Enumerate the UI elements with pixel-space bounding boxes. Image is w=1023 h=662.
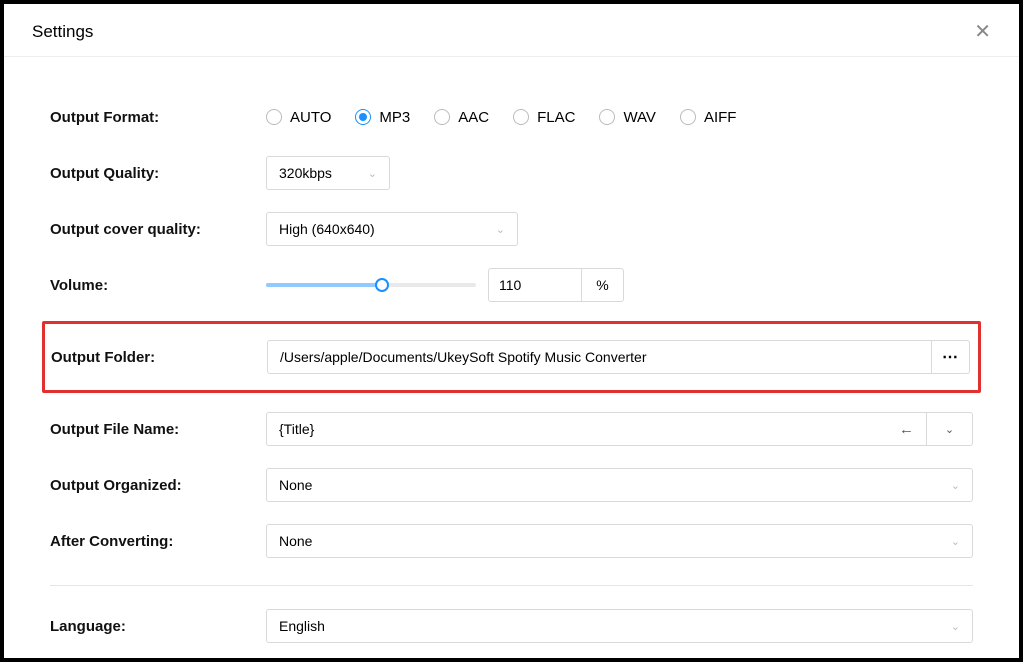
format-radio-flac[interactable]: FLAC (513, 109, 575, 126)
cover-quality-select[interactable]: High (640x640) ⌄ (266, 212, 518, 246)
radio-icon (355, 109, 371, 125)
chevron-down-icon: ⌄ (945, 423, 954, 436)
label-cover-quality: Output cover quality: (50, 221, 266, 238)
volume-slider[interactable] (266, 283, 476, 287)
label-output-organized: Output Organized: (50, 477, 266, 494)
ellipsis-icon: ⋯ (942, 347, 959, 367)
slider-handle[interactable] (375, 278, 389, 292)
chevron-down-icon: ⌄ (368, 167, 377, 180)
label-output-folder: Output Folder: (51, 349, 267, 366)
section-divider (50, 585, 973, 586)
chevron-down-icon: ⌄ (496, 223, 505, 236)
radio-label: MP3 (379, 109, 410, 126)
row-output-organized: Output Organized: None ⌄ (50, 457, 973, 513)
output-organized-select[interactable]: None ⌄ (266, 468, 973, 502)
label-output-quality: Output Quality: (50, 165, 266, 182)
radio-icon (434, 109, 450, 125)
output-folder-input[interactable]: /Users/apple/Documents/UkeySoft Spotify … (267, 340, 932, 374)
output-organized-value: None (279, 477, 312, 493)
filename-template-dropdown[interactable]: ⌄ (927, 412, 973, 446)
radio-label: FLAC (537, 109, 575, 126)
browse-folder-button[interactable]: ⋯ (932, 340, 970, 374)
row-output-folder: Output Folder: /Users/apple/Documents/Uk… (51, 340, 970, 374)
chevron-down-icon: ⌄ (951, 479, 960, 492)
volume-input[interactable]: 110 (488, 268, 582, 302)
row-output-quality: Output Quality: 320kbps ⌄ (50, 145, 973, 201)
close-icon[interactable]: ✕ (974, 22, 991, 42)
settings-header: Settings ✕ (4, 4, 1019, 57)
settings-title: Settings (32, 22, 93, 42)
radio-icon (680, 109, 696, 125)
radio-label: WAV (623, 109, 656, 126)
output-format-radio-group: AUTO MP3 AAC FLAC WAV AIFF (266, 109, 973, 126)
radio-label: AUTO (290, 109, 331, 126)
after-converting-select[interactable]: None ⌄ (266, 524, 973, 558)
label-language: Language: (50, 618, 266, 635)
label-output-filename: Output File Name: (50, 421, 266, 438)
after-converting-value: None (279, 533, 312, 549)
format-radio-aiff[interactable]: AIFF (680, 109, 737, 126)
volume-unit: % (582, 268, 624, 302)
radio-icon (266, 109, 282, 125)
row-language: Language: English ⌄ (50, 598, 973, 654)
format-radio-wav[interactable]: WAV (599, 109, 656, 126)
label-after-converting: After Converting: (50, 533, 266, 550)
row-after-converting: After Converting: None ⌄ (50, 513, 973, 569)
row-volume: Volume: 110 % (50, 257, 973, 313)
cover-quality-value: High (640x640) (279, 221, 375, 237)
chevron-down-icon: ⌄ (951, 620, 960, 633)
language-select[interactable]: English ⌄ (266, 609, 973, 643)
output-quality-select[interactable]: 320kbps ⌄ (266, 156, 390, 190)
radio-icon (599, 109, 615, 125)
row-output-filename: Output File Name: {Title} ← ⌄ (50, 401, 973, 457)
radio-label: AIFF (704, 109, 737, 126)
output-quality-value: 320kbps (279, 165, 332, 181)
radio-icon (513, 109, 529, 125)
label-volume: Volume: (50, 277, 266, 294)
label-output-format: Output Format: (50, 109, 266, 126)
format-radio-mp3[interactable]: MP3 (355, 109, 410, 126)
row-output-format: Output Format: AUTO MP3 AAC FLAC WAV AIFF (50, 89, 973, 145)
output-folder-highlight: Output Folder: /Users/apple/Documents/Uk… (42, 321, 981, 393)
format-radio-aac[interactable]: AAC (434, 109, 489, 126)
back-arrow-icon[interactable]: ← (899, 421, 914, 438)
format-radio-auto[interactable]: AUTO (266, 109, 331, 126)
chevron-down-icon: ⌄ (951, 535, 960, 548)
output-filename-input[interactable]: {Title} ← (266, 412, 927, 446)
row-cover-quality: Output cover quality: High (640x640) ⌄ (50, 201, 973, 257)
language-value: English (279, 618, 325, 634)
radio-label: AAC (458, 109, 489, 126)
